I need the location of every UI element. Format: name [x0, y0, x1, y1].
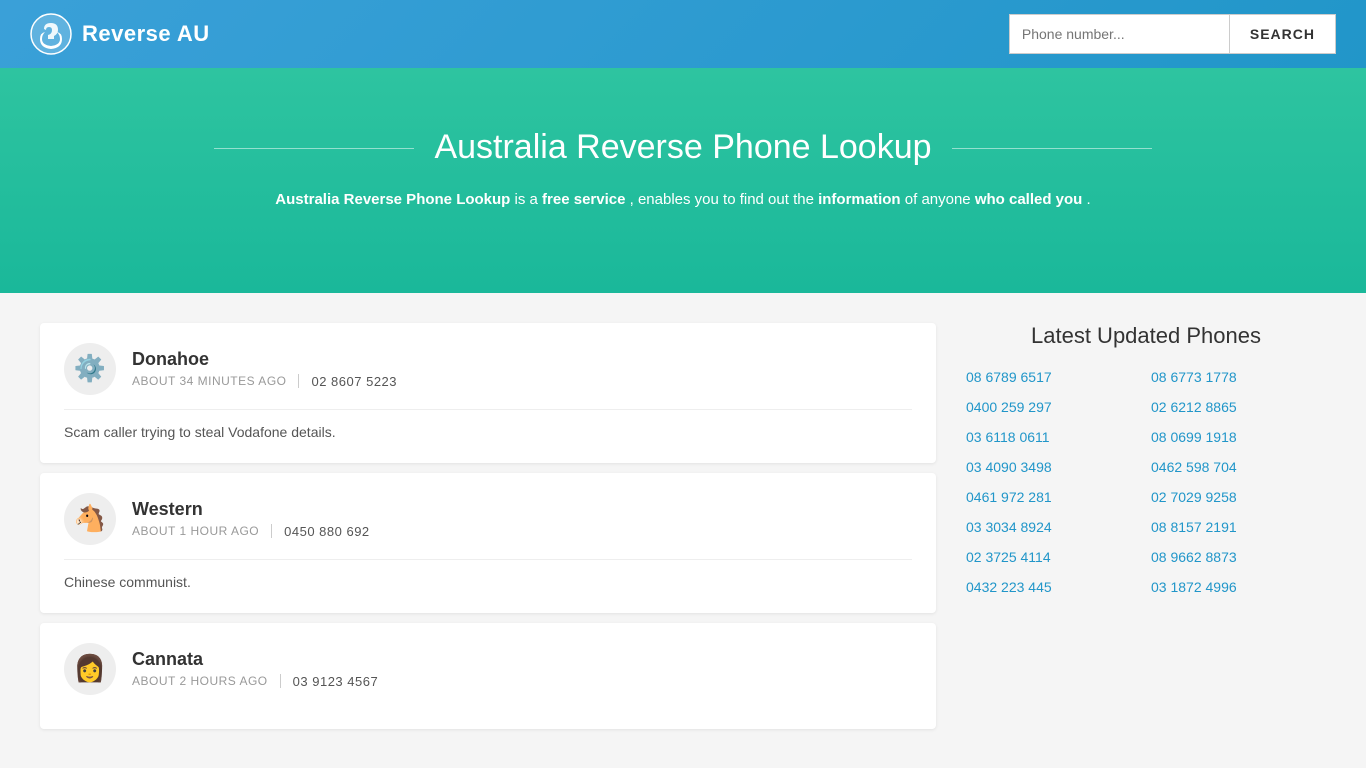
- phone-number-link[interactable]: 08 9662 8873: [1151, 549, 1326, 565]
- avatar: 🐴: [64, 493, 116, 545]
- phone-number-link[interactable]: 0462 598 704: [1151, 459, 1326, 475]
- logo-area: Reverse AU: [30, 13, 210, 55]
- entry-header: ⚙️ Donahoe ABOUT 34 MINUTES AGO 02 8607 …: [64, 343, 912, 395]
- hero-desc-text1: is a: [515, 191, 543, 208]
- entry-header: 👩 Cannata ABOUT 2 HOURS AGO 03 9123 4567: [64, 643, 912, 695]
- hero-desc-brand: Australia Reverse Phone Lookup: [275, 191, 510, 208]
- latest-phones-sidebar: Latest Updated Phones 08 6789 6517 08 677…: [966, 323, 1326, 729]
- phone-number-link[interactable]: 02 7029 9258: [1151, 489, 1326, 505]
- phone-number-link[interactable]: 03 4090 3498: [966, 459, 1141, 475]
- entry-card-donahoe: ⚙️ Donahoe ABOUT 34 MINUTES AGO 02 8607 …: [40, 323, 936, 463]
- hero-description: Australia Reverse Phone Lookup is a free…: [40, 187, 1326, 213]
- entry-divider: [271, 524, 272, 538]
- entry-name: Donahoe: [132, 349, 912, 370]
- avatar: 👩: [64, 643, 116, 695]
- phones-grid: 08 6789 6517 08 6773 1778 0400 259 297 02 6…: [966, 369, 1326, 595]
- hero-desc-period: .: [1087, 191, 1091, 208]
- entry-time: ABOUT 2 HOURS AGO: [132, 674, 268, 688]
- entry-phone[interactable]: 03 9123 4567: [293, 674, 379, 689]
- hero-desc-free: free service: [542, 191, 625, 208]
- entry-info: ABOUT 2 HOURS AGO 03 9123 4567: [132, 674, 912, 689]
- hero-desc-text3: of anyone: [905, 191, 975, 208]
- phone-number-link[interactable]: 02 6212 8865: [1151, 399, 1326, 415]
- search-button[interactable]: SEARCH: [1229, 14, 1336, 54]
- entry-info: ABOUT 34 MINUTES AGO 02 8607 5223: [132, 374, 912, 389]
- hero-desc-text2: , enables you to find out the: [630, 191, 818, 208]
- phone-number-link[interactable]: 02 3725 4114: [966, 549, 1141, 565]
- entry-meta: Western ABOUT 1 HOUR AGO 0450 880 692: [132, 499, 912, 539]
- entry-meta: Donahoe ABOUT 34 MINUTES AGO 02 8607 522…: [132, 349, 912, 389]
- avatar: ⚙️: [64, 343, 116, 395]
- entry-comment: Scam caller trying to steal Vodafone det…: [64, 422, 912, 443]
- entry-header: 🐴 Western ABOUT 1 HOUR AGO 0450 880 692: [64, 493, 912, 545]
- entry-time: ABOUT 34 MINUTES AGO: [132, 374, 286, 388]
- entry-card-western: 🐴 Western ABOUT 1 HOUR AGO 0450 880 692 …: [40, 473, 936, 613]
- entry-name: Western: [132, 499, 912, 520]
- phone-number-link[interactable]: 08 6789 6517: [966, 369, 1141, 385]
- entry-time: ABOUT 1 HOUR AGO: [132, 524, 259, 538]
- logo-icon: [30, 13, 72, 55]
- phone-number-link[interactable]: 03 6118 0611: [966, 429, 1141, 445]
- phone-number-link[interactable]: 0400 259 297: [966, 399, 1141, 415]
- entry-card-cannata: 👩 Cannata ABOUT 2 HOURS AGO 03 9123 4567: [40, 623, 936, 729]
- search-area: SEARCH: [1009, 14, 1336, 54]
- hero-desc-info: information: [818, 191, 901, 208]
- hero-desc-who: who called you: [975, 191, 1083, 208]
- entry-phone[interactable]: 0450 880 692: [284, 524, 370, 539]
- latest-phones-title: Latest Updated Phones: [966, 323, 1326, 349]
- hero-section: Australia Reverse Phone Lookup Australia…: [0, 68, 1366, 293]
- entry-comment: Chinese communist.: [64, 572, 912, 593]
- phone-number-link[interactable]: 0461 972 281: [966, 489, 1141, 505]
- phone-number-link[interactable]: 03 1872 4996: [1151, 579, 1326, 595]
- entry-name: Cannata: [132, 649, 912, 670]
- phone-number-link[interactable]: 08 6773 1778: [1151, 369, 1326, 385]
- phone-search-input[interactable]: [1009, 14, 1229, 54]
- logo-text: Reverse AU: [82, 21, 210, 47]
- main-content: ⚙️ Donahoe ABOUT 34 MINUTES AGO 02 8607 …: [0, 293, 1366, 759]
- hero-title: Australia Reverse Phone Lookup: [434, 128, 931, 167]
- entries-section: ⚙️ Donahoe ABOUT 34 MINUTES AGO 02 8607 …: [40, 323, 936, 729]
- site-header: Reverse AU SEARCH: [0, 0, 1366, 68]
- entry-separator: [64, 409, 912, 410]
- phone-number-link[interactable]: 08 8157 2191: [1151, 519, 1326, 535]
- phone-number-link[interactable]: 03 3034 8924: [966, 519, 1141, 535]
- entry-divider: [298, 374, 299, 388]
- entry-info: ABOUT 1 HOUR AGO 0450 880 692: [132, 524, 912, 539]
- phone-number-link[interactable]: 0432 223 445: [966, 579, 1141, 595]
- entry-separator: [64, 559, 912, 560]
- entry-phone[interactable]: 02 8607 5223: [311, 374, 397, 389]
- entry-meta: Cannata ABOUT 2 HOURS AGO 03 9123 4567: [132, 649, 912, 689]
- entry-divider: [280, 674, 281, 688]
- phone-number-link[interactable]: 08 0699 1918: [1151, 429, 1326, 445]
